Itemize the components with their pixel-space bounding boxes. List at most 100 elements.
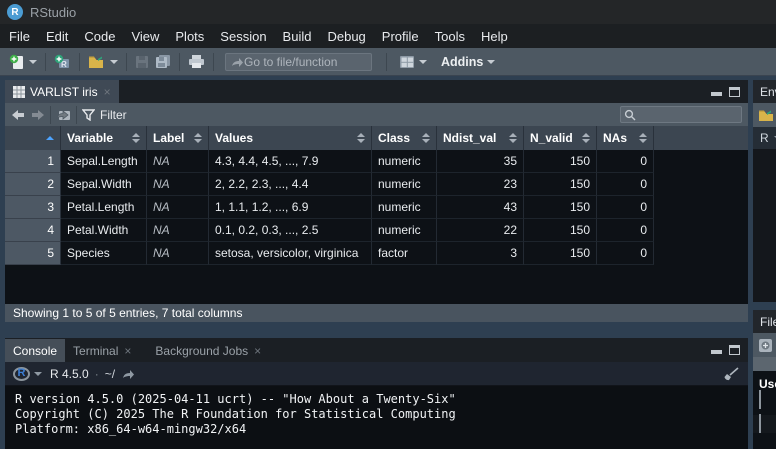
toolbar-separator: [179, 53, 180, 71]
environment-body: [753, 149, 776, 302]
r-version-label: R 4.5.0: [50, 367, 89, 381]
col-header-nas[interactable]: NAs: [597, 126, 654, 150]
main-toolbar: R Addins: [0, 48, 776, 76]
file-checkbox[interactable]: [759, 414, 761, 433]
cell-nas: 0: [597, 219, 654, 242]
new-project-button[interactable]: R: [51, 52, 74, 72]
toolbar-separator: [50, 106, 51, 124]
print-button[interactable]: [185, 52, 208, 71]
col-header-values[interactable]: Values: [209, 126, 372, 150]
files-toolbar: [753, 333, 776, 357]
col-header-n-valid[interactable]: N_valid: [524, 126, 597, 150]
r-version-caret-icon[interactable]: [34, 372, 42, 376]
goto-file-function-input[interactable]: [244, 55, 362, 69]
load-workspace-folder-icon[interactable]: [758, 109, 775, 122]
open-in-new-window-button[interactable]: [56, 108, 71, 121]
new-file-button[interactable]: [6, 52, 40, 72]
table-empty-area: [5, 265, 748, 304]
col-header-label[interactable]: Label: [147, 126, 209, 150]
menu-plots[interactable]: Plots: [167, 24, 212, 48]
save-button[interactable]: [132, 53, 152, 71]
cell-class: numeric: [372, 196, 437, 219]
menu-build[interactable]: Build: [275, 24, 320, 48]
minimize-pane-icon[interactable]: [711, 350, 722, 354]
open-file-button[interactable]: [85, 53, 121, 71]
forward-button[interactable]: [30, 109, 45, 121]
cell-variable: Sepal.Width: [61, 173, 147, 196]
menu-code[interactable]: Code: [76, 24, 123, 48]
console-line: Platform: x86_64-w64-mingw32/x64: [15, 422, 748, 437]
toolbar-separator: [45, 53, 46, 71]
menu-tools[interactable]: Tools: [427, 24, 473, 48]
col-header-variable[interactable]: Variable: [61, 126, 147, 150]
maximize-pane-icon[interactable]: [729, 87, 740, 97]
table-row[interactable]: 1 Sepal.Length NA 4.3, 4.4, 4.5, ..., 7.…: [5, 150, 748, 173]
save-all-button[interactable]: [152, 52, 174, 71]
filter-funnel-icon: [82, 109, 95, 121]
files-pane: Files User: [753, 310, 776, 449]
goto-arrow-icon: [230, 56, 244, 68]
tab-files[interactable]: Files: [760, 315, 776, 329]
working-directory-label[interactable]: ~/: [105, 367, 115, 381]
sort-icon: [635, 133, 647, 143]
tab-label: VARLIST iris: [30, 85, 98, 99]
save-icon: [135, 55, 149, 69]
col-header-rownum[interactable]: [5, 126, 61, 150]
menu-session[interactable]: Session: [212, 24, 274, 48]
minimize-pane-icon[interactable]: [711, 92, 722, 96]
save-all-icon: [155, 54, 171, 69]
clear-console-button[interactable]: [722, 367, 740, 381]
environment-r-dropdown[interactable]: R: [753, 127, 776, 149]
back-button[interactable]: [11, 109, 26, 121]
console-output[interactable]: R version 4.5.0 (2025-04-11 ucrt) -- "Ho…: [5, 386, 748, 449]
file-row[interactable]: [753, 391, 776, 409]
menu-edit[interactable]: Edit: [38, 24, 76, 48]
addins-label: Addins: [441, 55, 483, 69]
table-row[interactable]: 4 Petal.Width NA 0.1, 0.2, 0.3, ..., 2.5…: [5, 219, 748, 242]
cell-n-valid: 150: [524, 196, 597, 219]
menu-profile[interactable]: Profile: [374, 24, 427, 48]
menu-help[interactable]: Help: [473, 24, 516, 48]
files-path-label: User: [753, 371, 776, 391]
table-row[interactable]: 3 Petal.Length NA 1, 1.1, 1.2, ..., 6.9 …: [5, 196, 748, 219]
cell-n-valid: 150: [524, 173, 597, 196]
sort-asc-icon: [42, 136, 54, 140]
toolbar-separator: [76, 106, 77, 124]
tab-close-icon[interactable]: ×: [254, 344, 261, 358]
tab-terminal[interactable]: Terminal ×: [65, 339, 139, 362]
filter-button[interactable]: Filter: [82, 108, 127, 122]
tab-close-icon[interactable]: ×: [124, 344, 131, 358]
table-row[interactable]: 2 Sepal.Width NA 2, 2.2, 2.3, ..., 4.4 n…: [5, 173, 748, 196]
menu-file[interactable]: File: [1, 24, 38, 48]
menu-debug[interactable]: Debug: [319, 24, 373, 48]
table-search-box[interactable]: [620, 106, 742, 123]
filter-label: Filter: [100, 108, 127, 122]
open-wd-arrow-icon[interactable]: [121, 368, 136, 380]
addins-caret-icon: [487, 60, 495, 64]
open-folder-icon: [88, 55, 106, 69]
cell-variable: Species: [61, 242, 147, 265]
file-row[interactable]: [753, 415, 776, 433]
window-title: RStudio: [30, 5, 76, 20]
table-row[interactable]: 5 Species NA setosa, versicolor, virgini…: [5, 242, 748, 265]
menu-view[interactable]: View: [123, 24, 167, 48]
row-number: 2: [5, 173, 61, 196]
tab-environment[interactable]: Envi: [760, 85, 776, 99]
goto-file-function-box[interactable]: [225, 53, 372, 71]
tab-varlist-iris[interactable]: VARLIST iris ×: [5, 80, 119, 103]
tab-console[interactable]: Console: [5, 339, 65, 362]
maximize-pane-icon[interactable]: [729, 345, 740, 355]
addins-button[interactable]: Addins: [430, 53, 498, 71]
new-blank-file-icon[interactable]: [758, 338, 773, 353]
cell-variable: Sepal.Length: [61, 150, 147, 173]
tab-close-icon[interactable]: ×: [104, 85, 111, 99]
col-header-ndist-val[interactable]: Ndist_val: [437, 126, 524, 150]
workspace-panes-button[interactable]: [396, 53, 430, 71]
toolbar-separator: [126, 53, 127, 71]
file-checkbox[interactable]: [759, 390, 761, 409]
col-header-class[interactable]: Class: [372, 126, 437, 150]
tab-background-jobs[interactable]: Background Jobs ×: [147, 339, 269, 362]
table-search-input[interactable]: [636, 109, 736, 121]
sort-icon: [190, 133, 202, 143]
panes-grid-icon: [399, 55, 415, 69]
